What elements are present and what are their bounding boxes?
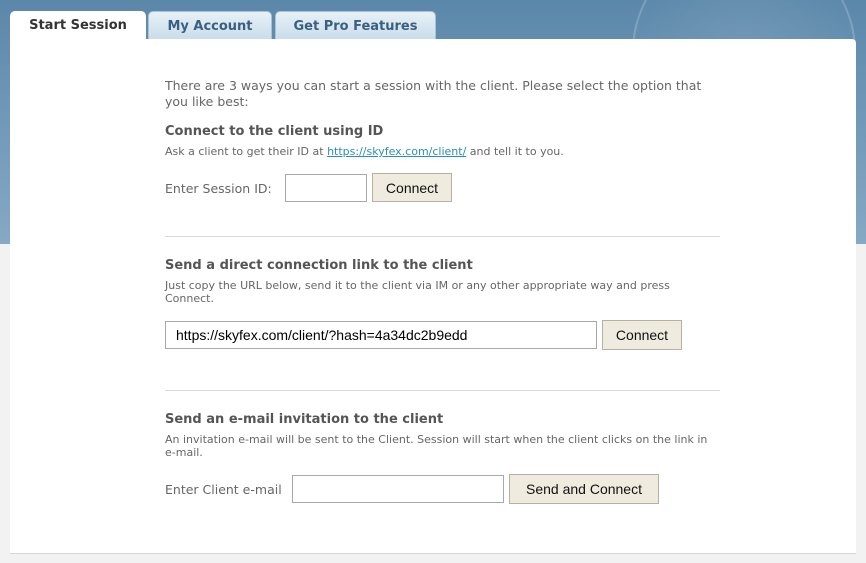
section-link-description: Just copy the URL below, send it to the …	[165, 279, 670, 305]
section-id-desc-text-end: and tell it to you.	[466, 145, 564, 158]
tab-get-pro-features[interactable]: Get Pro Features	[275, 11, 436, 40]
section-link-title: Send a direct connection link to the cli…	[165, 258, 473, 273]
tab-start-session[interactable]: Start Session	[10, 11, 146, 41]
connection-url-input[interactable]	[165, 321, 597, 349]
tab-my-account[interactable]: My Account	[148, 11, 272, 40]
connect-id-button[interactable]: Connect	[372, 173, 452, 202]
section-id-description: Ask a client to get their ID at https://…	[165, 145, 720, 158]
section-id-desc-text: Ask a client to get their ID at	[165, 145, 328, 158]
send-and-connect-button[interactable]: Send and Connect	[509, 474, 659, 504]
client-url-link[interactable]: https://skyfex.com/client/	[327, 145, 466, 158]
session-id-label: Enter Session ID:	[165, 181, 272, 196]
intro-text: There are 3 ways you can start a session…	[165, 78, 702, 109]
client-email-label: Enter Client e-mail	[165, 482, 282, 497]
connect-link-button[interactable]: Connect	[602, 320, 682, 350]
section-id-title: Connect to the client using ID	[165, 124, 384, 139]
main-panel: There are 3 ways you can start a session…	[10, 39, 856, 553]
section-email-title: Send an e-mail invitation to the client	[165, 412, 444, 427]
section-divider	[165, 236, 720, 237]
section-email-description: An invitation e-mail will be sent to the…	[165, 433, 708, 459]
session-id-input[interactable]	[285, 174, 367, 202]
panel-bottom-border	[10, 553, 856, 554]
client-email-input[interactable]	[292, 475, 504, 503]
section-divider	[165, 390, 720, 391]
